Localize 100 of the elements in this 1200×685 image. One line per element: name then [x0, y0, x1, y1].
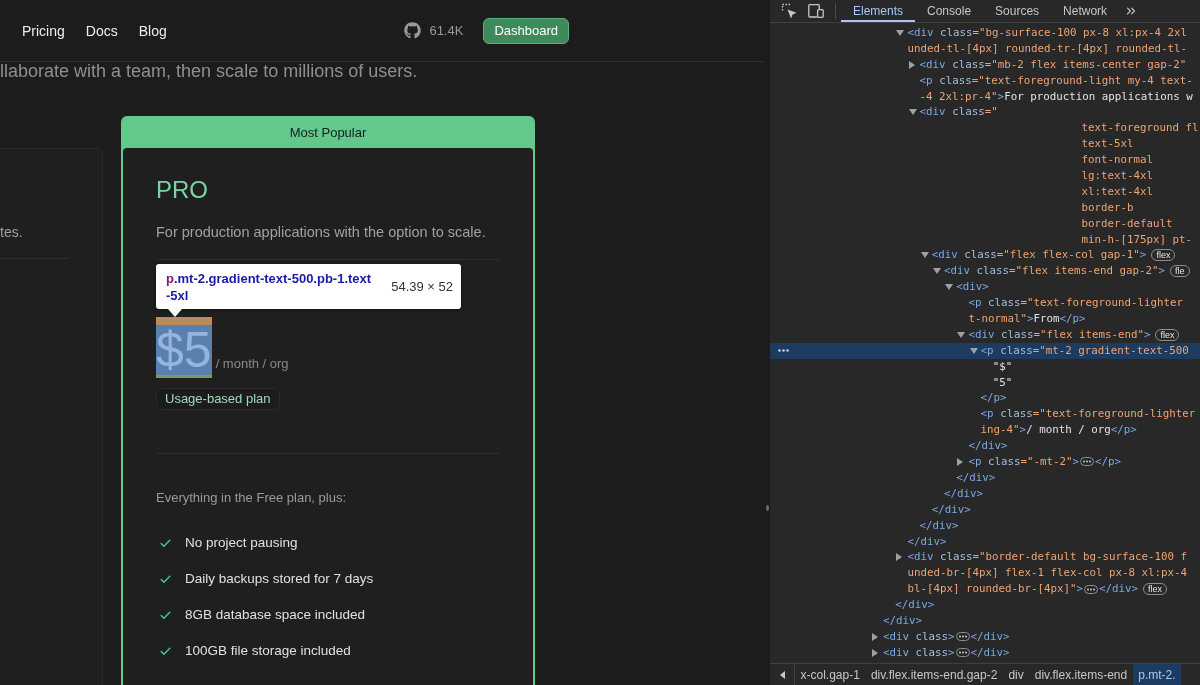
breadcrumb[interactable]: div.flex.items-end.gap-2	[865, 664, 1003, 685]
markup-code: <div class="bg-surface-100 px-8 xl:px-4 2xl	[907, 25, 1187, 41]
dom-tree-row[interactable]: </div>	[770, 597, 1200, 613]
dom-tree-row[interactable]: <div class="mb-2 flex items-center gap-2"	[770, 56, 1200, 73]
dom-tree-row[interactable]: <p class="mt-2 gradient-text-500	[770, 342, 1200, 359]
dom-tree-row[interactable]: <div>	[770, 279, 1200, 296]
dom-tree-row[interactable]: unded-br-[4px] flex-1 flex-col px-8 xl:px-4	[770, 565, 1200, 582]
dom-tree-row[interactable]: <div class> </div>	[770, 644, 1200, 661]
devtools-tab[interactable]: Sources	[983, 0, 1052, 22]
dom-tree-row[interactable]: xl:text-4xl	[770, 183, 1200, 200]
dom-tree-row[interactable]: <div class="border-default bg-surface-100 f	[770, 549, 1200, 566]
markup-code: </div>	[883, 612, 922, 629]
dom-tree-row[interactable]: -4 2xl:pr-4">For production applications w	[770, 88, 1200, 105]
dom-tree-row[interactable]: </div>	[770, 469, 1200, 486]
dom-tree-row[interactable]: ing-4">/ month / org</p>	[770, 422, 1200, 439]
dom-tree-row[interactable]: font-normal	[770, 152, 1200, 168]
dom-tree-row[interactable]: <div class="flex items-end gap-2"> fle	[770, 263, 1200, 280]
dom-tree-row[interactable]: <div class="flex flex-col gap-1"> flex	[770, 247, 1200, 264]
dom-tree-row[interactable]: </div>	[770, 612, 1200, 629]
down-triangle-icon[interactable]	[896, 29, 905, 36]
markup-code: </div>	[907, 533, 947, 550]
right-triangle-icon[interactable]	[896, 553, 903, 562]
dom-tree-row[interactable]: border-b	[770, 199, 1200, 216]
down-triangle-icon[interactable]	[957, 331, 966, 338]
more-icon[interactable]	[778, 348, 789, 352]
right-triangle-icon[interactable]	[872, 648, 878, 657]
right-triangle-icon[interactable]	[957, 458, 964, 466]
dom-tree-row[interactable]: </div>	[770, 501, 1200, 518]
down-triangle-icon[interactable]	[969, 347, 978, 354]
markup-code: </div>	[895, 597, 935, 613]
dom-tree-row[interactable]: <div class="flex items-end"> flex	[770, 326, 1200, 343]
markup-code: min-h-[175px] pt-	[1081, 231, 1193, 248]
markup-code: lg:text-4xl	[1081, 168, 1154, 184]
breadcrumb[interactable]: x-col.gap-1	[795, 664, 866, 685]
ellipsis-icon[interactable]	[1083, 584, 1098, 594]
dom-tree-row[interactable]: t-normal">From</p>	[770, 311, 1200, 327]
devtools-tab[interactable]: Console	[915, 0, 984, 22]
dom-tree-row[interactable]: <div class> </div>	[770, 628, 1200, 645]
device-toggle-icon[interactable]	[808, 4, 824, 18]
dom-tree-row[interactable]: text-5xl	[770, 136, 1200, 153]
down-triangle-icon[interactable]	[908, 109, 917, 116]
markup-code: </div>	[919, 517, 959, 534]
dom-tree-row[interactable]: <p class="text-foreground-lighter	[770, 295, 1200, 312]
markup-code: </p>	[1094, 454, 1121, 470]
markup-code: <p class="text-foreground-lighter	[980, 406, 1196, 423]
markup-code: </div>	[970, 644, 1010, 661]
markup-code: font-normal	[1081, 152, 1154, 169]
dom-tree-row[interactable]: unded-tl-[4px] rounded-tr-[4px] rounded-tl-	[770, 40, 1200, 57]
github-stars-link[interactable]: 61.4K	[404, 22, 464, 39]
ellipsis-icon[interactable]	[1079, 457, 1094, 467]
feature-text: Daily backups stored for 7 days	[185, 570, 374, 588]
markup-code: </div>	[931, 501, 971, 518]
element-size: 54.39 × 52	[391, 279, 453, 294]
nav-link[interactable]: Blog	[138, 22, 167, 39]
margin-highlight	[156, 317, 212, 325]
down-triangle-icon[interactable]	[945, 284, 954, 291]
markup-code: <div class="flex flex-col gap-1">	[931, 247, 1147, 264]
breadcrumb[interactable]: p.mt-2.	[1132, 664, 1182, 685]
dom-tree-row[interactable]: <div class="bg-surface-100 px-8 xl:px-4 2xl	[770, 25, 1200, 41]
devtools-tab[interactable]: Elements	[841, 0, 916, 22]
right-triangle-icon[interactable]	[872, 632, 878, 641]
markup-code: <div class="border-default bg-surface-100 f	[907, 549, 1187, 566]
ellipsis-icon[interactable]	[955, 648, 970, 658]
dashboard-button[interactable]: Dashboard	[483, 17, 569, 44]
plan-description: tes.	[0, 223, 24, 242]
dom-tree-row[interactable]: <p class="text-foreground-lighter	[770, 406, 1200, 423]
dom-tree-row[interactable]: <div class="	[770, 104, 1200, 121]
dom-tree-row[interactable]: min-h-[175px] pt-	[770, 231, 1200, 248]
markup-code: "$"	[992, 358, 1013, 375]
dom-tree-row[interactable]: <p class="-mt-2"> </p>	[770, 454, 1200, 470]
dom-tree-row[interactable]: "5"	[770, 374, 1200, 391]
dom-tree-row[interactable]: </div>	[770, 517, 1200, 534]
dom-tree-row[interactable]: </div>	[770, 533, 1200, 550]
dom-tree-row[interactable]: </div>	[770, 438, 1200, 455]
markup-code: ing-4">/ month / org</p>	[980, 422, 1137, 439]
right-triangle-icon[interactable]	[908, 60, 915, 69]
markup-code: </div>	[968, 438, 1008, 455]
down-triangle-icon[interactable]	[933, 268, 941, 275]
dom-tree-row[interactable]: "$"	[770, 358, 1200, 375]
dom-tree-row[interactable]: text-foreground fl	[770, 120, 1200, 137]
markup-code: </div>	[944, 485, 983, 502]
left-triangle-icon[interactable]	[779, 670, 785, 679]
dom-tree-row[interactable]: </div>	[770, 485, 1200, 502]
dom-tree-row[interactable]: lg:text-4xl	[770, 168, 1200, 184]
dom-tree-row[interactable]: bl-[4px] rounded-br-[4px]"> </div> flex	[770, 581, 1200, 598]
dom-tree-row[interactable]: <p class="text-foreground-light my-4 text-	[770, 72, 1200, 89]
nav-link[interactable]: Pricing	[22, 22, 65, 39]
down-triangle-icon[interactable]	[920, 252, 929, 259]
page-subtitle: llaborate with a team, then scale to millions of users.	[0, 62, 419, 80]
dom-tree-row[interactable]: border-default	[770, 215, 1200, 232]
nav-link[interactable]: Docs	[85, 22, 118, 39]
breadcrumb[interactable]: div	[1002, 664, 1030, 685]
ellipsis-icon[interactable]	[955, 632, 970, 642]
resize-handle-icon[interactable]	[765, 505, 769, 511]
markup-code: <div class="	[919, 104, 998, 121]
dom-tree-row[interactable]: </p>	[770, 390, 1200, 407]
markup-code: <div class>	[883, 628, 955, 645]
breadcrumb[interactable]: div.flex.items-end	[1029, 664, 1133, 685]
markup-code: <p class="text-foreground-lighter	[968, 295, 1183, 312]
devtools-tab[interactable]: Network	[1051, 0, 1120, 22]
